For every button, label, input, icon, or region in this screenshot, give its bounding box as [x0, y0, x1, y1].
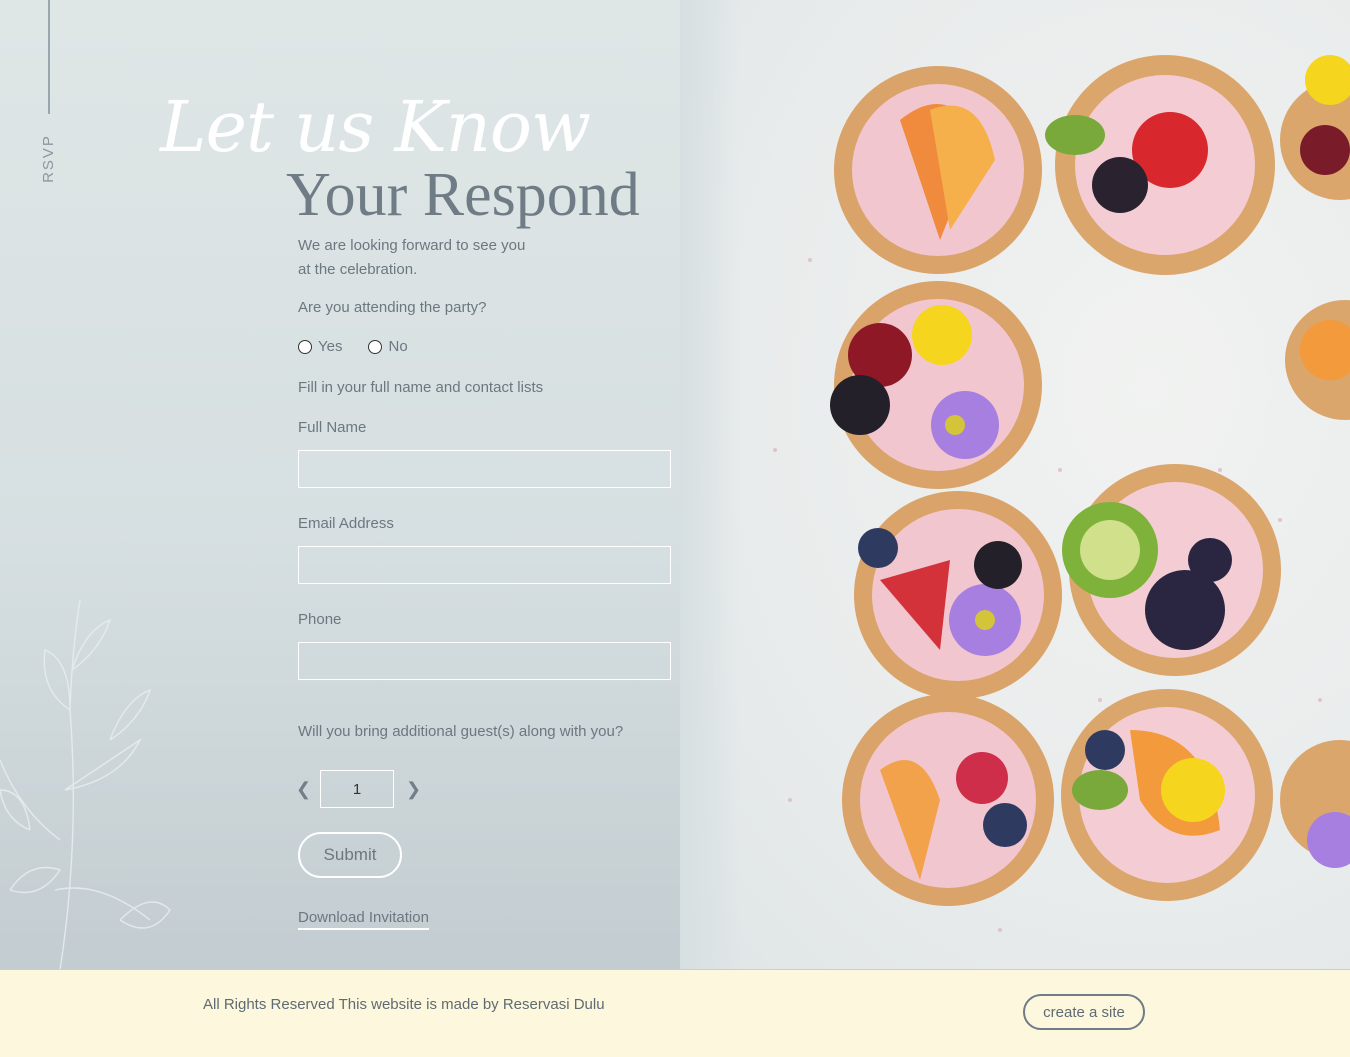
download-invitation-link[interactable]: Download Invitation	[298, 909, 429, 930]
chevron-right-icon[interactable]: ❯	[406, 779, 421, 800]
pastries-illustration	[773, 55, 1350, 932]
attending-radio-group: Yes No	[298, 338, 408, 355]
footer-text: All Rights Reserved This website is made…	[203, 996, 605, 1013]
email-label: Email Address	[298, 515, 394, 532]
rsvp-side-label: RSVP	[39, 134, 57, 183]
radio-yes-label[interactable]: Yes	[318, 338, 342, 355]
hero-section: RSVP Let us Know Your Respond We are loo…	[0, 0, 1350, 969]
intro-line-1: We are looking forward to see you	[298, 237, 526, 254]
submit-button[interactable]: Submit	[298, 832, 402, 878]
script-title: Let us Know	[160, 86, 591, 168]
full-name-label: Full Name	[298, 419, 367, 436]
attending-question: Are you attending the party?	[298, 299, 487, 316]
radio-yes[interactable]	[298, 339, 312, 354]
floral-decoration	[0, 599, 171, 969]
footer: All Rights Reserved This website is made…	[0, 969, 1350, 1057]
email-field[interactable]	[298, 546, 671, 584]
pastries-photo	[680, 0, 1350, 969]
rsvp-divider	[48, 0, 50, 114]
full-name-field[interactable]	[298, 450, 671, 488]
phone-field[interactable]	[298, 642, 671, 680]
phone-label: Phone	[298, 611, 342, 628]
guests-question: Will you bring additional guest(s) along…	[298, 723, 624, 740]
intro-text: We are looking forward to see you at the…	[298, 234, 525, 282]
guests-stepper-value[interactable]: 1	[320, 770, 394, 808]
fill-instruction: Fill in your full name and contact lists	[298, 379, 544, 396]
create-site-button[interactable]: create a site	[1023, 994, 1145, 1030]
intro-line-2: at the celebration.	[298, 261, 418, 278]
radio-no[interactable]	[368, 339, 383, 354]
radio-no-label[interactable]: No	[388, 338, 407, 355]
photo-fade	[680, 0, 740, 969]
chevron-left-icon[interactable]: ❮	[296, 779, 311, 800]
page-title: Your Respond	[286, 161, 640, 229]
